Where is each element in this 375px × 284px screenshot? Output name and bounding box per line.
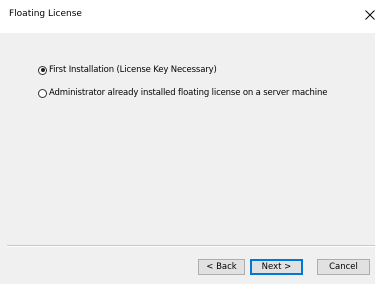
title-bar: Floating License — [0, 0, 375, 33]
close-button[interactable] — [359, 4, 375, 26]
next-button[interactable]: Next > — [250, 259, 303, 275]
close-icon — [365, 10, 375, 20]
footer-separator — [7, 245, 375, 247]
back-button[interactable]: < Back — [198, 259, 245, 275]
floating-license-dialog: Floating License First Installation (Lic… — [0, 0, 375, 284]
radio-button-unselected[interactable] — [38, 88, 47, 98]
option-label-first-installation: First Installation (License Key Necessar… — [49, 65, 217, 75]
cancel-button[interactable]: Cancel — [317, 259, 370, 275]
window-title: Floating License — [9, 9, 82, 19]
option-first-installation[interactable]: First Installation (License Key Necessar… — [38, 64, 217, 76]
option-label-administrator-installed: Administrator already installed floating… — [49, 88, 328, 98]
option-administrator-installed[interactable]: Administrator already installed floating… — [38, 87, 327, 99]
radio-button-selected[interactable] — [38, 65, 47, 75]
